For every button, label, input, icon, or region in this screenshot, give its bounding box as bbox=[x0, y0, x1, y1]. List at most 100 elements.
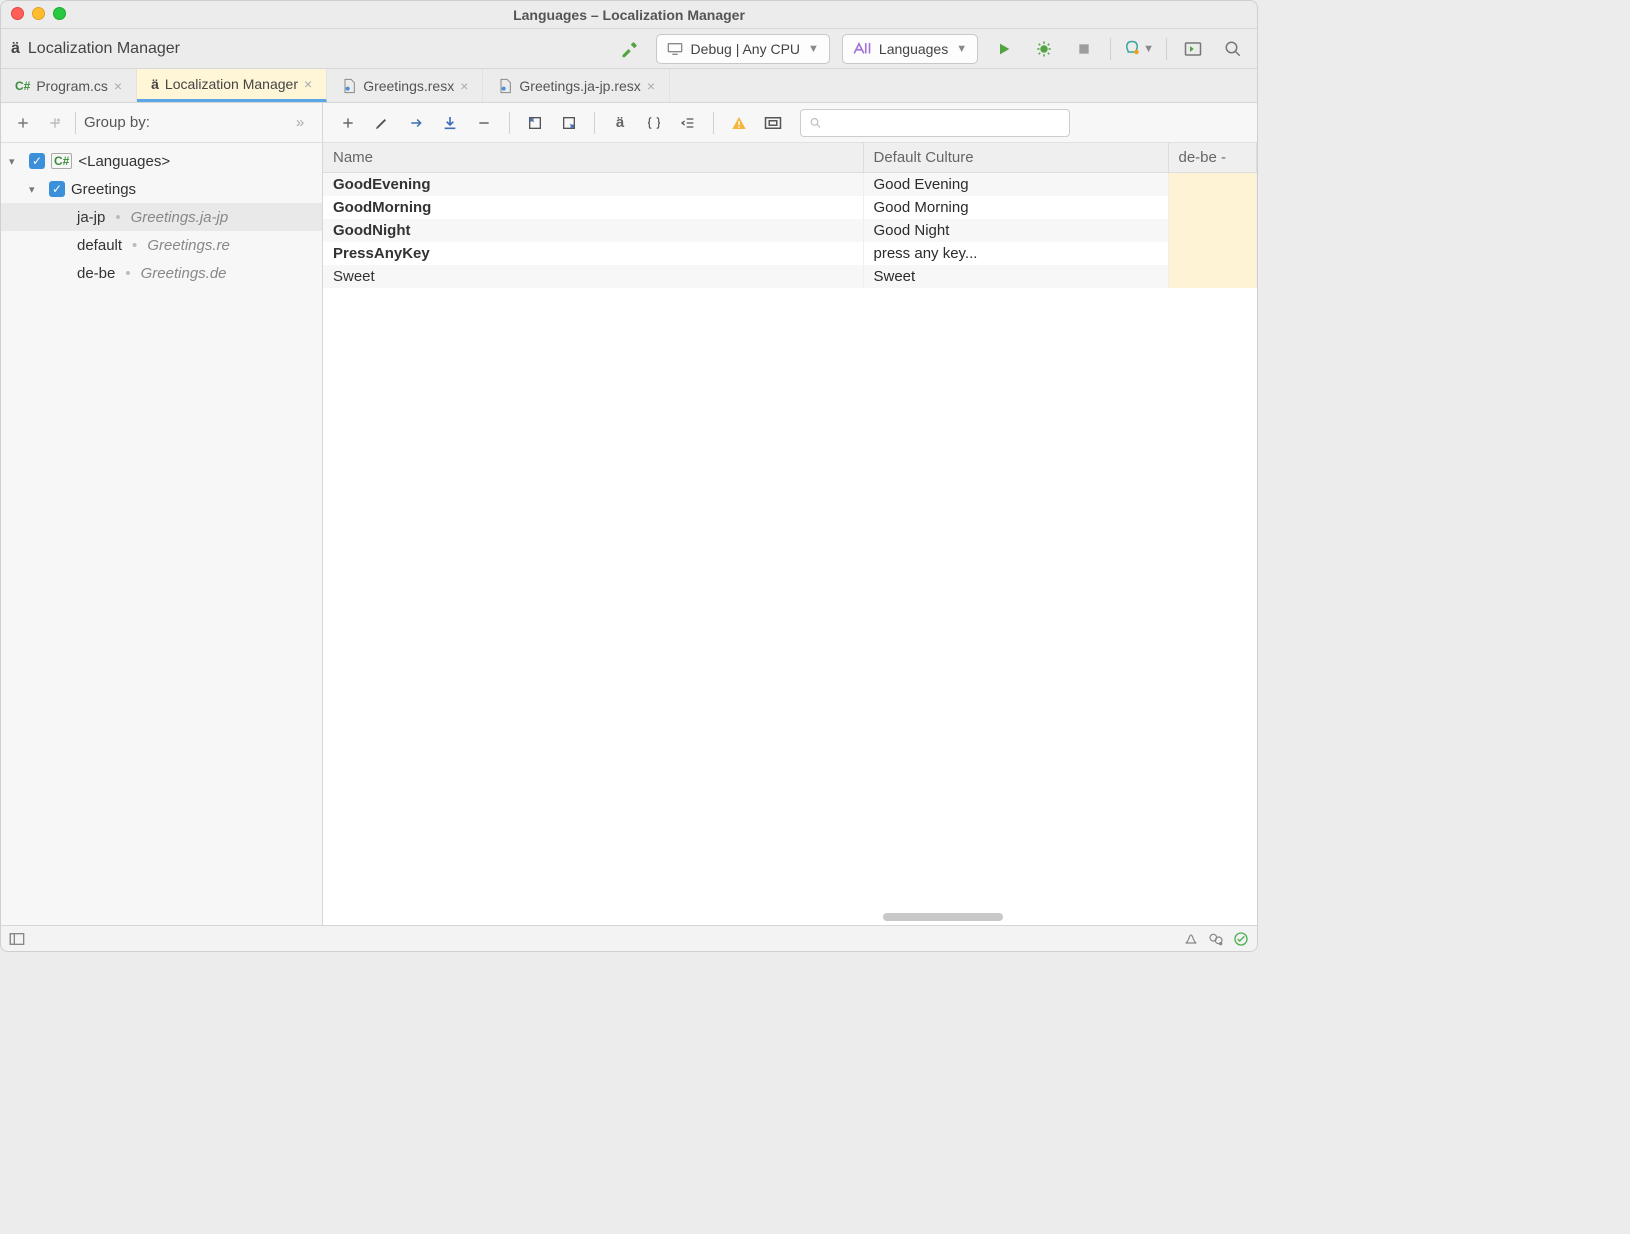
zoom-window-button[interactable] bbox=[53, 7, 66, 20]
frame-button[interactable] bbox=[758, 109, 788, 137]
search-input[interactable] bbox=[822, 115, 1061, 131]
separator bbox=[1166, 38, 1167, 60]
run-config-dropdown[interactable]: Debug | Any CPU ▼ bbox=[656, 34, 830, 64]
cell-default[interactable]: Good Morning bbox=[863, 196, 1168, 219]
a-umlaut-icon: ä bbox=[11, 40, 20, 58]
cell-debe[interactable] bbox=[1168, 242, 1257, 265]
checkbox-icon[interactable]: ✓ bbox=[49, 181, 65, 197]
cell-name[interactable]: PressAnyKey bbox=[323, 242, 863, 265]
panel-button[interactable] bbox=[1179, 35, 1207, 63]
group-by-label: Group by: bbox=[84, 114, 150, 131]
project-label: Languages bbox=[879, 41, 948, 57]
table-row[interactable]: GoodEveningGood Evening bbox=[323, 173, 1257, 197]
culture-label: ja-jp bbox=[77, 209, 105, 226]
tab-label: Greetings.resx bbox=[363, 78, 454, 94]
tree-leaf-de-be[interactable]: de-be • Greetings.de bbox=[1, 259, 322, 287]
tree-leaf-default[interactable]: default • Greetings.re bbox=[1, 231, 322, 259]
tree-leaf-ja-jp[interactable]: ja-jp • Greetings.ja-jp bbox=[1, 203, 322, 231]
separator bbox=[509, 112, 510, 134]
cell-default[interactable]: Good Evening bbox=[863, 173, 1168, 197]
close-icon[interactable]: × bbox=[647, 78, 655, 94]
collapse-button[interactable]: » bbox=[288, 111, 312, 135]
indent-button[interactable] bbox=[673, 109, 703, 137]
minimize-window-button[interactable] bbox=[32, 7, 45, 20]
search-everywhere-button[interactable] bbox=[1219, 35, 1247, 63]
cell-name[interactable]: GoodEvening bbox=[323, 173, 863, 197]
open-external-button[interactable] bbox=[554, 109, 584, 137]
csharp-icon: C# bbox=[15, 79, 30, 93]
bullet-icon: • bbox=[128, 237, 141, 254]
tab-label: Localization Manager bbox=[165, 76, 298, 92]
titlebar: Languages – Localization Manager bbox=[1, 1, 1257, 29]
tab-localization-manager[interactable]: ä Localization Manager × bbox=[137, 69, 327, 102]
main-split: Group by: » ▾ ✓ C# <Languages> ▾ ✓ Greet… bbox=[1, 103, 1257, 925]
chevron-down-icon: ▼ bbox=[808, 43, 819, 55]
separator bbox=[75, 112, 76, 134]
close-icon[interactable]: × bbox=[460, 78, 468, 94]
cell-debe[interactable] bbox=[1168, 265, 1257, 288]
cell-debe[interactable] bbox=[1168, 196, 1257, 219]
warning-button[interactable] bbox=[724, 109, 754, 137]
table-row[interactable]: SweetSweet bbox=[323, 265, 1257, 288]
window: Languages – Localization Manager ä Local… bbox=[0, 0, 1258, 952]
search-icon bbox=[809, 116, 822, 130]
cell-name[interactable]: GoodMorning bbox=[323, 196, 863, 219]
cell-debe[interactable] bbox=[1168, 173, 1257, 197]
braces-button[interactable] bbox=[639, 109, 669, 137]
table-row[interactable]: GoodMorningGood Morning bbox=[323, 196, 1257, 219]
chevron-down-icon: ▾ bbox=[9, 155, 23, 168]
add-row-button[interactable] bbox=[333, 109, 363, 137]
tab-label: Program.cs bbox=[36, 78, 108, 94]
table-row[interactable]: PressAnyKeypress any key... bbox=[323, 242, 1257, 265]
run-config-label: Debug | Any CPU bbox=[691, 41, 800, 57]
stop-button[interactable] bbox=[1070, 35, 1098, 63]
tab-greetings-resx[interactable]: Greetings.resx × bbox=[327, 69, 483, 102]
tree-group-greetings[interactable]: ▾ ✓ Greetings bbox=[1, 175, 322, 203]
panel-toggle-button[interactable] bbox=[9, 932, 25, 946]
add-button[interactable] bbox=[11, 111, 35, 135]
locale-button[interactable]: ä bbox=[605, 109, 635, 137]
tree-label: Greetings bbox=[71, 181, 136, 198]
cell-default[interactable]: Sweet bbox=[863, 265, 1168, 288]
debug-button[interactable] bbox=[1030, 35, 1058, 63]
separator bbox=[1110, 38, 1111, 60]
column-header-debe[interactable]: de-be - bbox=[1168, 143, 1257, 173]
add-special-button[interactable] bbox=[43, 111, 67, 135]
search-box[interactable] bbox=[800, 109, 1070, 137]
tab-greetings-ja-jp-resx[interactable]: Greetings.ja-jp.resx × bbox=[483, 69, 670, 102]
app-title: ä Localization Manager bbox=[11, 40, 180, 58]
status-ok-icon[interactable] bbox=[1233, 931, 1249, 947]
close-window-button[interactable] bbox=[11, 7, 24, 20]
content-area: ä Name Default Culture de bbox=[323, 103, 1257, 925]
inspections-button[interactable]: ▼ bbox=[1123, 35, 1154, 63]
close-icon[interactable]: × bbox=[304, 76, 312, 92]
table-wrap[interactable]: Name Default Culture de-be - GoodEvening… bbox=[323, 143, 1257, 925]
cell-default[interactable]: Good Night bbox=[863, 219, 1168, 242]
column-header-default[interactable]: Default Culture bbox=[863, 143, 1168, 173]
column-header-name[interactable]: Name bbox=[323, 143, 863, 173]
go-to-button[interactable] bbox=[401, 109, 431, 137]
horizontal-scrollbar[interactable] bbox=[883, 913, 1003, 921]
tree-root-languages[interactable]: ▾ ✓ C# <Languages> bbox=[1, 147, 322, 175]
close-icon[interactable]: × bbox=[114, 78, 122, 94]
edit-button[interactable] bbox=[367, 109, 397, 137]
table-row[interactable]: GoodNightGood Night bbox=[323, 219, 1257, 242]
background-tasks-button[interactable] bbox=[1207, 931, 1225, 947]
remove-button[interactable] bbox=[469, 109, 499, 137]
cell-name[interactable]: GoodNight bbox=[323, 219, 863, 242]
export-button[interactable] bbox=[520, 109, 550, 137]
hammer-build-button[interactable] bbox=[616, 35, 644, 63]
cell-default[interactable]: press any key... bbox=[863, 242, 1168, 265]
notifications-button[interactable] bbox=[1183, 931, 1199, 947]
run-button[interactable] bbox=[990, 35, 1018, 63]
checkbox-icon[interactable]: ✓ bbox=[29, 153, 45, 169]
import-button[interactable] bbox=[435, 109, 465, 137]
chevron-down-icon: ▼ bbox=[1143, 43, 1154, 55]
cell-name[interactable]: Sweet bbox=[323, 265, 863, 288]
csharp-folder-icon: C# bbox=[51, 153, 72, 169]
project-dropdown[interactable]: Languages ▼ bbox=[842, 34, 978, 64]
monitor-icon bbox=[667, 42, 683, 56]
cell-debe[interactable] bbox=[1168, 219, 1257, 242]
culture-label: default bbox=[77, 237, 122, 254]
tab-program-cs[interactable]: C# Program.cs × bbox=[1, 69, 137, 102]
